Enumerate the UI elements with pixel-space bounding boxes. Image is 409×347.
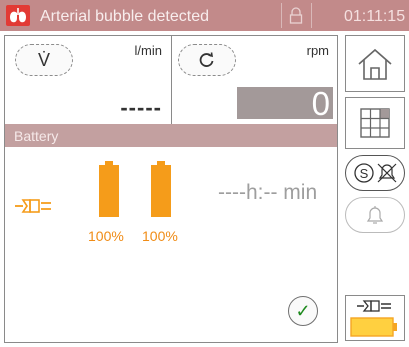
alarm-message: Arterial bubble detected (40, 8, 209, 25)
lock-icon[interactable] (286, 6, 306, 26)
confirm-button[interactable]: ✓ (288, 296, 318, 326)
rotate-icon (199, 52, 214, 67)
flow-button[interactable]: V̇ (15, 44, 73, 76)
battery-2-icon (151, 161, 171, 217)
main-panel: V̇ l/min ----- rpm 0 Battery 100% 100% -… (4, 35, 338, 343)
rpm-display: 0 (237, 85, 333, 122)
battery-2-percent: 100% (142, 228, 178, 244)
home-button[interactable] (345, 35, 405, 92)
layout-button[interactable] (345, 97, 405, 149)
battery-title: Battery (14, 128, 59, 144)
lungs-icon (6, 5, 30, 26)
mains-plug-icon (13, 197, 53, 220)
flow-unit: l/min (134, 43, 162, 58)
battery-runtime: ----h:-- min (218, 181, 318, 204)
power-status-button[interactable] (345, 295, 405, 341)
rpm-unit: rpm (306, 43, 329, 58)
battery-1-percent: 100% (88, 228, 124, 244)
flow-value: ----- (120, 95, 162, 120)
grid-icon (360, 108, 390, 138)
silence-symbol: S (360, 166, 369, 181)
clock: 01:11:15 (344, 8, 406, 25)
flow-symbol: V̇ (37, 49, 50, 70)
title-separator (281, 3, 282, 28)
battery-header: Battery (5, 124, 337, 147)
mains-battery-icon (350, 300, 397, 337)
checkmark-icon: ✓ (295, 300, 311, 321)
battery-1-fill (99, 165, 119, 217)
title-bar: Arterial bubble detected 01:11:15 (0, 0, 409, 31)
rpm-button[interactable] (178, 44, 236, 76)
title-separator (311, 3, 312, 28)
mute-alarm-button[interactable]: S (345, 155, 405, 191)
bell-icon (366, 206, 384, 224)
silence-alarm-icon: S (354, 163, 397, 183)
home-icon (358, 48, 392, 80)
flow-panel: V̇ l/min ----- (5, 36, 172, 124)
battery-1-icon (99, 161, 119, 217)
alarm-button[interactable] (345, 197, 405, 233)
rpm-value: 0 (311, 85, 330, 122)
rpm-panel: rpm 0 (172, 36, 337, 124)
battery-2-fill (151, 165, 171, 217)
